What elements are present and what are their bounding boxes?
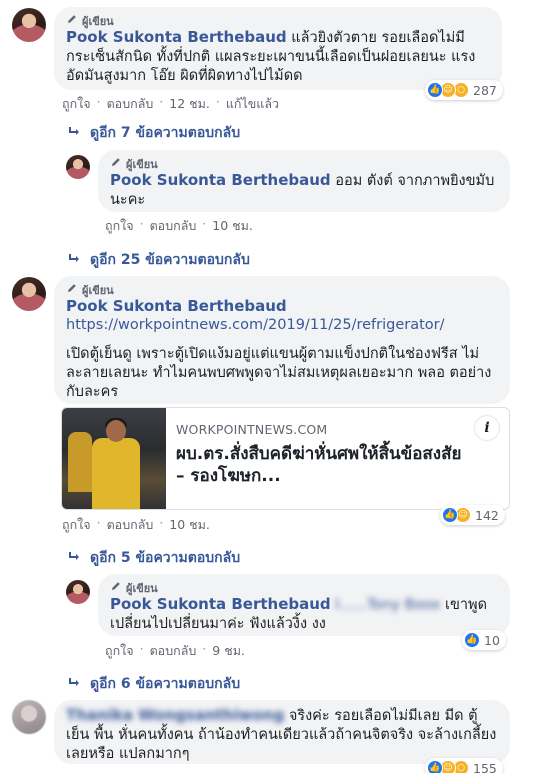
avatar[interactable] <box>12 700 46 734</box>
like-link[interactable]: ถูกใจ <box>105 216 134 236</box>
comment-text: แล้วยิงตัวตาย รอยเลือดไม่มี <box>291 30 465 46</box>
view-more-replies[interactable]: ดูอีก 6 ข้อความตอบกลับ <box>68 673 240 695</box>
reaction-summary[interactable]: 👍 10 <box>462 630 506 650</box>
avatar[interactable] <box>12 8 46 42</box>
timestamp[interactable]: 9 ชม. <box>212 641 245 661</box>
reply-link[interactable]: ตอบกลับ <box>150 216 197 236</box>
reply-arrow-icon <box>68 549 82 567</box>
pencil-icon <box>110 580 122 595</box>
commenter-name[interactable]: Pook Sukonta Berthebaud <box>66 297 498 316</box>
like-icon: 👍 <box>427 82 443 98</box>
comment-text-cont: นะคะ <box>110 192 146 208</box>
view-more-replies[interactable]: ดูอีก 25 ข้อความตอบกลับ <box>68 249 250 271</box>
link-preview-card[interactable]: WORKPOINTNEWS.COM ผบ.ตร.สั่งสืบคดีฆ่าหั่… <box>61 407 510 510</box>
author-badge: ผู้เขียน <box>66 282 498 297</box>
like-link[interactable]: ถูกใจ <box>62 515 91 535</box>
reply-arrow-icon <box>68 124 82 142</box>
reaction-count: 142 <box>475 507 499 523</box>
like-link[interactable]: ถูกใจ <box>105 641 134 661</box>
mentioned-name[interactable]: l......Tony Boox <box>335 597 440 613</box>
comment-bubble: ผู้เขียน Pook Sukonta Berthebaud แล้วยิง… <box>54 7 502 90</box>
comment-bubble: ผู้เขียน Pook Sukonta Berthebaud https:/… <box>54 276 510 404</box>
comment-text-cont: เปลี่ยนไปเปลี่ยนมาค่ะ ฟังแล้วงิ้ง งง <box>110 616 326 632</box>
like-icon: 👍 <box>427 760 443 773</box>
comment-bubble: ผู้เขียน Pook Sukonta Berthebaud l......… <box>98 574 510 636</box>
reply-arrow-icon <box>68 251 82 269</box>
view-more-replies[interactable]: ดูอีก 5 ข้อความตอบกลับ <box>68 547 240 569</box>
comment-text-cont: พื้น หั่นคนทั้งคน ถ้าน้องทำคนเดียวแล้วถ้… <box>66 727 497 762</box>
comment-actions: ถูกใจ · ตอบกลับ · 10 ชม. <box>62 515 210 535</box>
view-more-replies[interactable]: ดูอีก 7 ข้อความตอบกลับ <box>68 122 240 144</box>
author-badge: ผู้เขียน <box>110 156 498 171</box>
comment-text: เปิดตู้เย็นดู เพราะตู้เปิดแง้มอยู่แต่แขน… <box>66 346 492 400</box>
reply-link[interactable]: ตอบกลับ <box>107 515 154 535</box>
reaction-count: 10 <box>484 632 500 648</box>
avatar[interactable] <box>12 277 46 311</box>
shared-url[interactable]: https://workpointnews.com/2019/11/25/ref… <box>66 316 498 335</box>
reaction-summary[interactable]: 👍 ☺ ○ 155 <box>425 758 503 773</box>
pencil-icon <box>66 13 78 28</box>
commenter-name[interactable]: Thanika Wongsanthiwong <box>66 706 284 724</box>
like-icon: 👍 <box>442 507 458 523</box>
reply-link[interactable]: ตอบกลับ <box>107 94 154 114</box>
link-title[interactable]: ผบ.ตร.สั่งสืบคดีฆ่าหั่นศพให้สิ้นข้อสงสัย… <box>176 443 469 487</box>
comment-actions: ถูกใจ · ตอบกลับ · 12 ชม. · แก้ไขแล้ว <box>62 94 279 114</box>
timestamp[interactable]: 10 ชม. <box>212 216 253 236</box>
comment-text: ออม ตังต์ จากภาพยิงขมับ <box>335 173 495 189</box>
comment-text-cont: กระเซ็นสักนิด ทั้งที่ปกติ แผลระยะเผาขนนี… <box>66 49 476 84</box>
author-badge: ผู้เขียน <box>66 13 490 28</box>
link-domain: WORKPOINTNEWS.COM <box>176 422 328 437</box>
reaction-summary[interactable]: 👍 ☺ 142 <box>440 505 505 525</box>
link-preview-image[interactable] <box>62 408 166 509</box>
pencil-icon <box>110 156 122 171</box>
comment-bubble: Thanika Wongsanthiwong จริงค่ะ รอยเลือดไ… <box>54 700 510 764</box>
commenter-name[interactable]: Pook Sukonta Berthebaud <box>110 171 331 189</box>
avatar[interactable] <box>66 155 90 179</box>
avatar[interactable] <box>66 580 90 604</box>
author-badge: ผู้เขียน <box>110 580 498 595</box>
edited-label[interactable]: แก้ไขแล้ว <box>226 94 279 114</box>
like-icon: 👍 <box>464 632 480 648</box>
comment-actions: ถูกใจ · ตอบกลับ · 10 ชม. <box>105 216 253 236</box>
info-icon[interactable]: i <box>475 416 499 440</box>
reaction-summary[interactable]: 👍 ☺ ○ 287 <box>425 80 503 100</box>
commenter-name[interactable]: Pook Sukonta Berthebaud <box>66 28 287 46</box>
comment-actions: ถูกใจ · ตอบกลับ · 9 ชม. <box>105 641 245 661</box>
comment-text: เขาพูด <box>445 597 488 613</box>
reply-link[interactable]: ตอบกลับ <box>150 641 197 661</box>
reaction-count: 155 <box>473 760 497 773</box>
reaction-count: 287 <box>473 82 497 98</box>
reply-arrow-icon <box>68 675 82 693</box>
timestamp[interactable]: 12 ชม. <box>169 94 210 114</box>
like-link[interactable]: ถูกใจ <box>62 94 91 114</box>
commenter-name[interactable]: Pook Sukonta Berthebaud <box>110 595 331 613</box>
timestamp[interactable]: 10 ชม. <box>169 515 210 535</box>
pencil-icon <box>66 282 78 297</box>
comment-bubble: ผู้เขียน Pook Sukonta Berthebaud ออม ตัง… <box>98 150 510 212</box>
